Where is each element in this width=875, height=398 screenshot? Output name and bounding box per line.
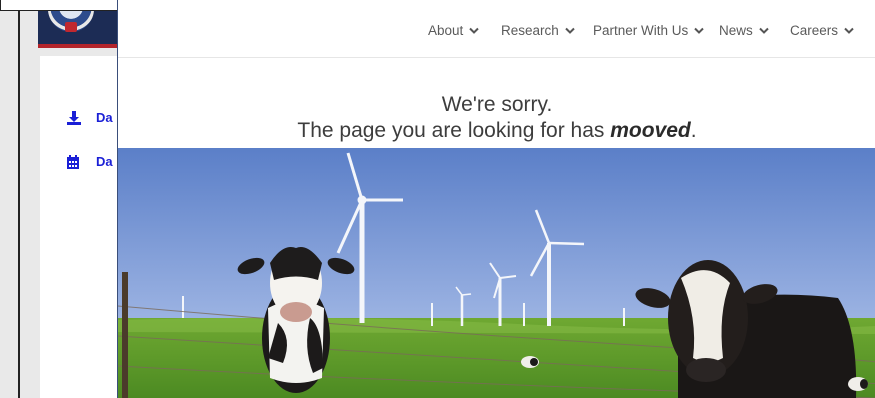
chevron-down-icon	[469, 27, 479, 34]
nav-careers[interactable]: Careers	[790, 23, 854, 38]
download-icon	[67, 111, 81, 125]
chevron-down-icon	[694, 27, 704, 34]
nav-partner-with-us[interactable]: Partner With Us	[593, 23, 704, 38]
chevron-down-icon	[759, 27, 769, 34]
nav-news[interactable]: News	[719, 23, 769, 38]
window-frame-top	[0, 0, 119, 11]
hero-image	[118, 148, 875, 398]
side-panel: Da Da	[40, 56, 120, 398]
main-page: About Research Partner With Us News Care…	[117, 0, 875, 398]
background-window: Da Da	[0, 0, 120, 398]
seal-ribbon	[65, 22, 77, 32]
moved-emphasis: mooved	[610, 119, 691, 142]
chevron-down-icon	[565, 27, 575, 34]
calendar-icon	[67, 155, 79, 169]
moved-message-text: The page you are looking for has	[297, 119, 611, 142]
sorry-heading: We're sorry.	[441, 93, 553, 116]
window-edge	[18, 0, 20, 398]
panel-item-label: Da	[96, 110, 113, 125]
nav-label: Partner With Us	[593, 23, 689, 38]
panel-item-label: Da	[96, 154, 113, 169]
nav-label: Research	[501, 23, 559, 38]
nav-label: Careers	[790, 23, 839, 38]
fence-post	[122, 272, 128, 398]
nav-research[interactable]: Research	[501, 23, 575, 38]
nav-label: About	[428, 23, 464, 38]
top-navigation: About Research Partner With Us News Care…	[118, 0, 875, 58]
nav-label: News	[719, 23, 753, 38]
chevron-down-icon	[844, 27, 854, 34]
nav-about[interactable]: About	[428, 23, 479, 38]
hero-illustration	[118, 148, 875, 398]
moved-message: The page you are looking for has mooved.	[118, 119, 875, 143]
moved-message-period: .	[690, 119, 697, 142]
